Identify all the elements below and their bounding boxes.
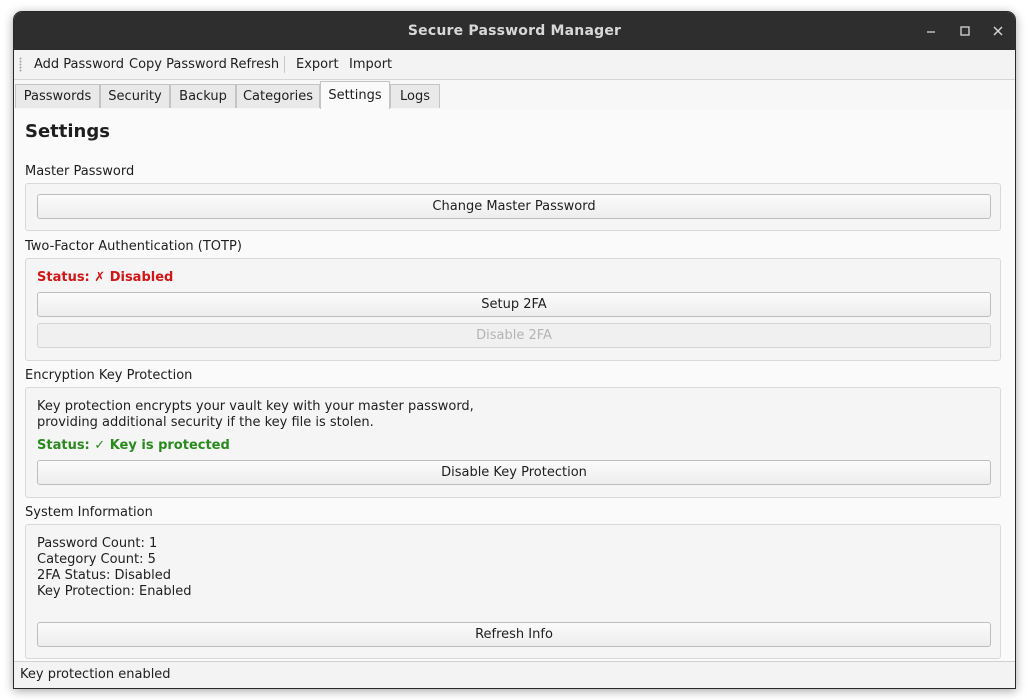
system-info-group: Password Count: 1 Category Count: 5 2FA … bbox=[25, 524, 1001, 659]
app-window: Secure Password Manager Add Password Cop… bbox=[13, 11, 1016, 689]
close-icon bbox=[993, 26, 1003, 36]
minimize-icon bbox=[927, 31, 935, 33]
disable-2fa-button: Disable 2FA bbox=[37, 323, 991, 348]
copy-password-button[interactable]: Copy Password bbox=[125, 54, 231, 75]
key-protection-label: Encryption Key Protection bbox=[25, 368, 193, 383]
key-protection-status-text: Key Protection: Enabled bbox=[37, 584, 192, 599]
key-protection-status: Status: ✓ Key is protected bbox=[37, 438, 230, 453]
refresh-info-button[interactable]: Refresh Info bbox=[37, 622, 991, 647]
key-protection-description-line1: Key protection encrypts your vault key w… bbox=[37, 399, 474, 414]
maximize-button[interactable] bbox=[951, 17, 979, 45]
tab-logs[interactable]: Logs bbox=[390, 84, 440, 108]
tab-settings[interactable]: Settings bbox=[320, 81, 390, 109]
page-title: Settings bbox=[25, 121, 110, 142]
tab-passwords[interactable]: Passwords bbox=[15, 84, 100, 108]
refresh-button[interactable]: Refresh bbox=[226, 54, 283, 75]
title-bar[interactable]: Secure Password Manager bbox=[14, 12, 1015, 50]
tab-backup[interactable]: Backup bbox=[170, 84, 236, 108]
two-factor-status: Status: ✗ Disabled bbox=[37, 270, 174, 285]
tab-categories[interactable]: Categories bbox=[236, 84, 320, 108]
change-master-password-button[interactable]: Change Master Password bbox=[37, 194, 991, 219]
window-title: Secure Password Manager bbox=[407, 23, 622, 39]
master-password-group: Change Master Password bbox=[25, 183, 1001, 231]
tab-bar: Passwords Security Backup Categories Set… bbox=[14, 80, 1015, 110]
key-protection-group: Key protection encrypts your vault key w… bbox=[25, 387, 1001, 498]
two-factor-label: Two-Factor Authentication (TOTP) bbox=[25, 239, 242, 254]
maximize-icon bbox=[960, 26, 970, 36]
settings-panel: Settings Master Password Change Master P… bbox=[14, 109, 1015, 661]
minimize-button[interactable] bbox=[917, 17, 945, 45]
twofa-status-text: 2FA Status: Disabled bbox=[37, 568, 171, 583]
password-count-text: Password Count: 1 bbox=[37, 536, 158, 551]
toolbar: Add Password Copy Password Refresh Expor… bbox=[14, 50, 1015, 80]
status-message: Key protection enabled bbox=[20, 667, 171, 682]
key-protection-description-line2: providing additional security if the key… bbox=[37, 415, 374, 430]
close-button[interactable] bbox=[984, 17, 1012, 45]
setup-2fa-button[interactable]: Setup 2FA bbox=[37, 292, 991, 317]
status-bar: Key protection enabled bbox=[14, 661, 1015, 688]
master-password-label: Master Password bbox=[25, 164, 135, 179]
category-count-text: Category Count: 5 bbox=[37, 552, 156, 567]
toolbar-grip-handle[interactable] bbox=[19, 57, 22, 72]
import-button[interactable]: Import bbox=[345, 54, 396, 75]
add-password-button[interactable]: Add Password bbox=[30, 54, 128, 75]
two-factor-group: Status: ✗ Disabled Setup 2FA Disable 2FA bbox=[25, 258, 1001, 361]
disable-key-protection-button[interactable]: Disable Key Protection bbox=[37, 460, 991, 485]
export-button[interactable]: Export bbox=[292, 54, 343, 75]
tab-security[interactable]: Security bbox=[100, 84, 170, 108]
toolbar-separator bbox=[284, 56, 285, 73]
system-info-label: System Information bbox=[25, 505, 153, 520]
